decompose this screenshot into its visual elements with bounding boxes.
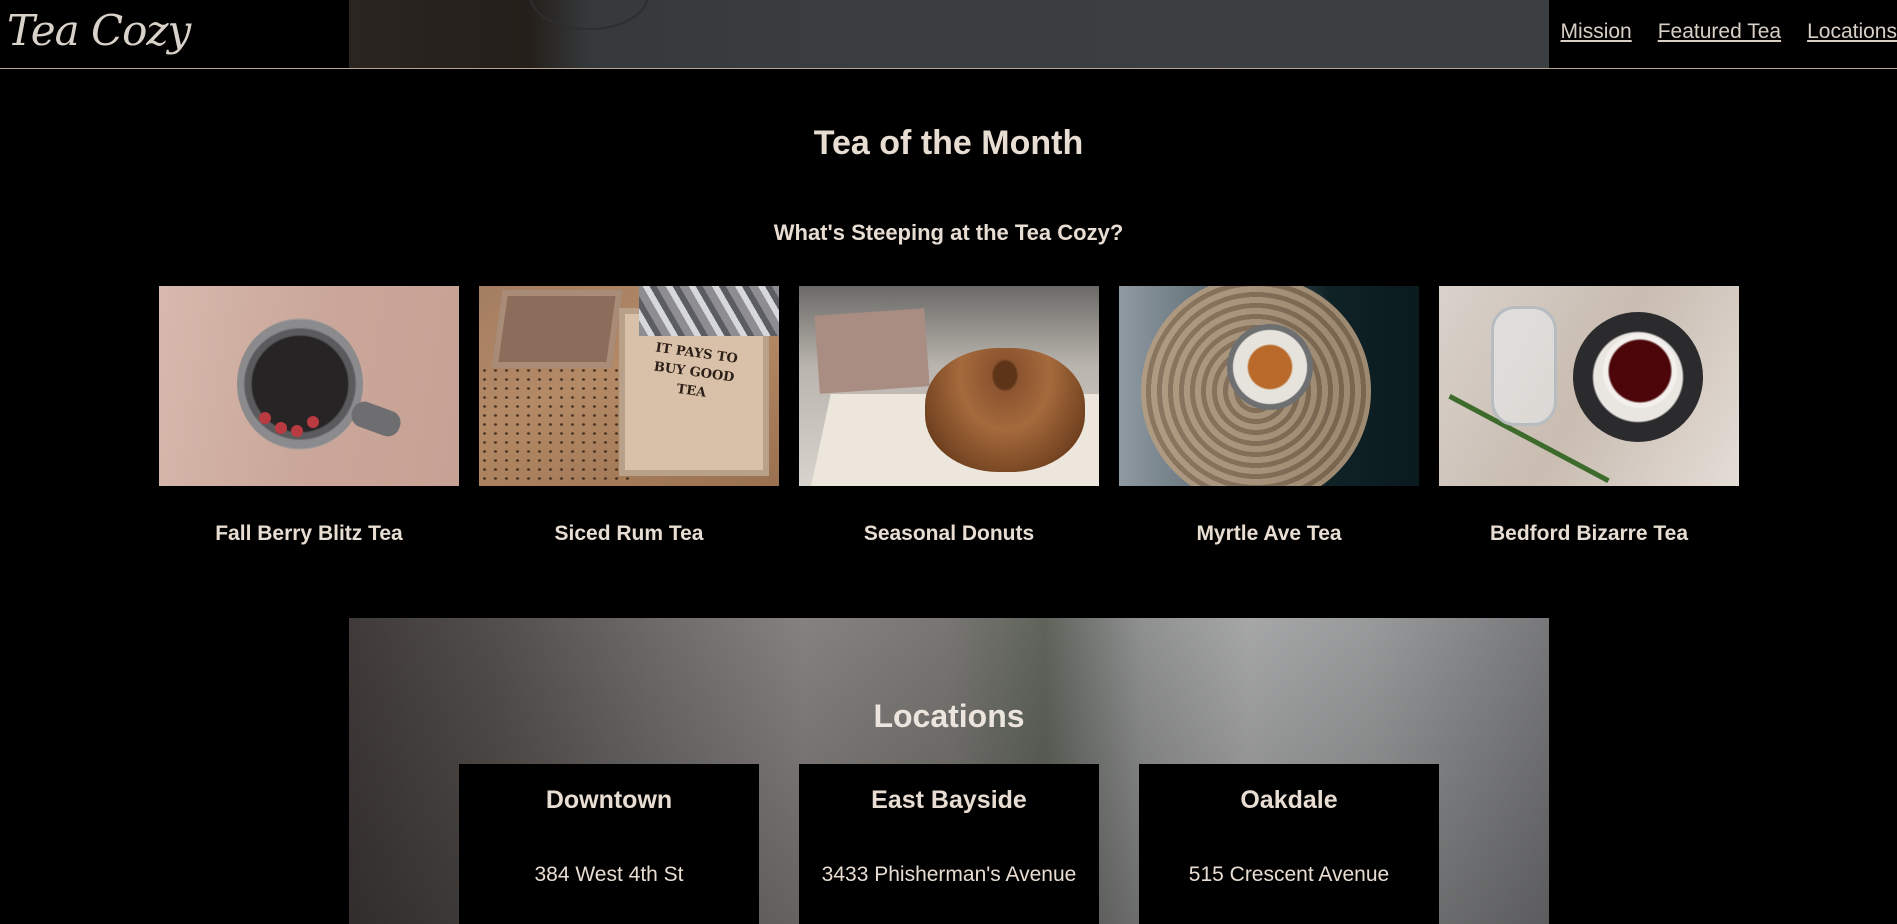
locations-title: Locations	[873, 698, 1025, 734]
location-card-east-bayside: East Bayside 3433 Phisherman's Avenue	[799, 764, 1099, 924]
tea-name: Siced Rum Tea	[554, 522, 704, 545]
berry-shape	[259, 412, 271, 424]
mug-handle-shape	[348, 398, 404, 440]
tea-image-red-tea	[1439, 286, 1739, 486]
hero-cup-edge	[529, 0, 649, 30]
location-address: 3433 Phisherman's Avenue	[821, 863, 1077, 886]
tea-name: Seasonal Donuts	[863, 522, 1035, 545]
location-card-downtown: Downtown 384 West 4th St	[459, 764, 759, 924]
location-card-oakdale: Oakdale 515 Crescent Avenue	[1139, 764, 1439, 924]
berry-shape	[291, 425, 303, 437]
site-logo[interactable]: Tea Cozy	[7, 6, 191, 55]
tea-leaves-shape	[479, 366, 629, 486]
tea-image-cup-saucer	[1119, 286, 1419, 486]
header-hero-image	[349, 0, 1549, 68]
site-header: Tea Cozy Mission Featured Tea Locations	[0, 0, 1897, 69]
tea-card-bedford-bizarre: Bedford Bizarre Tea	[1439, 286, 1739, 546]
tea-grid: Fall Berry Blitz Tea IT PAYS TO BUY GOOD…	[159, 286, 1739, 546]
location-name: Oakdale	[1240, 786, 1338, 814]
location-address: 384 West 4th St	[534, 863, 684, 886]
donut-shape	[925, 348, 1085, 472]
main-nav: Mission Featured Tea Locations	[1561, 20, 1897, 44]
tea-card-siced-rum: IT PAYS TO BUY GOOD TEA Siced Rum Tea	[479, 286, 779, 546]
location-name: Downtown	[545, 786, 673, 814]
cup-shape	[1603, 334, 1677, 408]
location-name: East Bayside	[871, 786, 1027, 814]
tea-of-month-subtitle: What's Steeping at the Tea Cozy?	[773, 220, 1124, 245]
cup-shape	[1227, 324, 1313, 410]
locations-section: Locations Downtown 384 West 4th St East …	[349, 618, 1549, 924]
tea-card-myrtle-ave: Myrtle Ave Tea	[1119, 286, 1419, 546]
nav-link-mission[interactable]: Mission	[1561, 20, 1632, 44]
nav-link-locations[interactable]: Locations	[1807, 20, 1897, 44]
tea-card-fall-berry-blitz: Fall Berry Blitz Tea	[159, 286, 459, 546]
tea-of-month-title: Tea of the Month	[813, 124, 1084, 162]
berry-shape	[307, 416, 319, 428]
tea-image-donut	[799, 286, 1099, 486]
tray-shape	[491, 290, 623, 368]
foil-shape	[639, 286, 779, 336]
tea-image-mug	[159, 286, 459, 486]
jar-shape	[1491, 306, 1557, 426]
tea-name: Fall Berry Blitz Tea	[215, 522, 403, 545]
locations-grid: Downtown 384 West 4th St East Bayside 34…	[459, 764, 1439, 924]
tea-name: Bedford Bizarre Tea	[1490, 522, 1688, 545]
card-shape	[814, 308, 930, 394]
tea-card-seasonal-donuts: Seasonal Donuts	[799, 286, 1099, 546]
nav-link-featured-tea[interactable]: Featured Tea	[1658, 20, 1781, 44]
tea-name: Myrtle Ave Tea	[1196, 522, 1342, 545]
location-address: 515 Crescent Avenue	[1188, 863, 1390, 886]
tea-image-box: IT PAYS TO BUY GOOD TEA	[479, 286, 779, 486]
berry-shape	[275, 422, 287, 434]
